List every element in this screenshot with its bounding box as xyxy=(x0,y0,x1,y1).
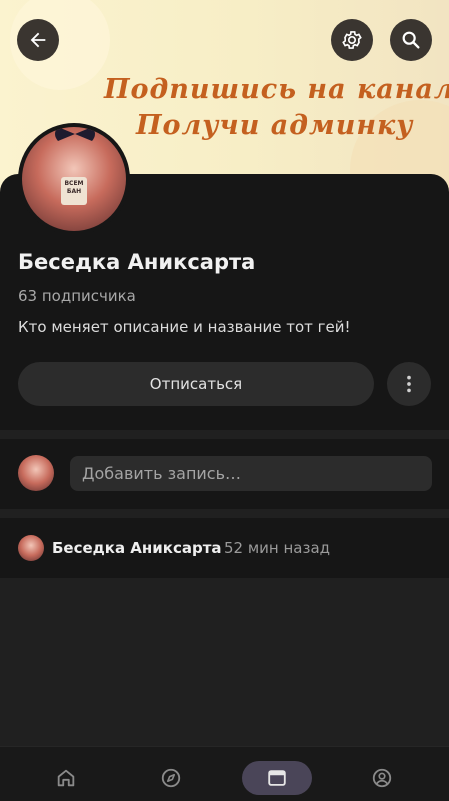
cover-text-line-2: Получи админку xyxy=(136,110,414,141)
home-icon xyxy=(57,769,75,787)
bow-icon xyxy=(55,127,95,141)
user-avatar[interactable] xyxy=(18,455,54,491)
post-author-name[interactable]: Беседка Аниксарта xyxy=(52,539,222,557)
channel-title: Беседка Аниксарта xyxy=(18,250,256,274)
cover-text-line-1: Подпишись на канал xyxy=(104,74,449,105)
more-vertical-icon xyxy=(407,375,411,393)
channel-description: Кто меняет описание и название тот гей! xyxy=(18,318,351,336)
settings-button[interactable] xyxy=(331,19,373,61)
add-post-input[interactable]: Добавить запись… xyxy=(70,456,432,491)
more-options-button[interactable] xyxy=(387,362,431,406)
post-item[interactable]: Беседка Аниксарта 52 мин назад xyxy=(0,518,449,578)
back-button[interactable] xyxy=(17,19,59,61)
profile-icon xyxy=(372,768,392,788)
gear-icon xyxy=(342,31,362,49)
nav-profile[interactable] xyxy=(347,761,417,795)
search-button[interactable] xyxy=(390,19,432,61)
nav-discover[interactable] xyxy=(136,761,206,795)
channel-icon xyxy=(268,770,286,786)
nav-home[interactable] xyxy=(31,761,101,795)
post-timestamp: 52 мин назад xyxy=(224,539,331,557)
avatar-sign: ВСЕМ БАН xyxy=(61,177,87,205)
nav-channels[interactable] xyxy=(242,761,312,795)
channel-avatar-image: ВСЕМ БАН xyxy=(22,127,126,231)
post-author-avatar[interactable] xyxy=(18,535,44,561)
arrow-left-icon xyxy=(30,32,46,48)
search-icon xyxy=(402,31,420,49)
unsubscribe-button[interactable]: Отписаться xyxy=(18,362,374,406)
post-composer: Добавить запись… xyxy=(0,439,449,509)
subscriber-count[interactable]: 63 подписчика xyxy=(18,287,136,305)
bottom-navigation xyxy=(0,746,449,801)
compass-icon xyxy=(161,768,181,788)
channel-avatar[interactable]: ВСЕМ БАН xyxy=(18,123,130,235)
